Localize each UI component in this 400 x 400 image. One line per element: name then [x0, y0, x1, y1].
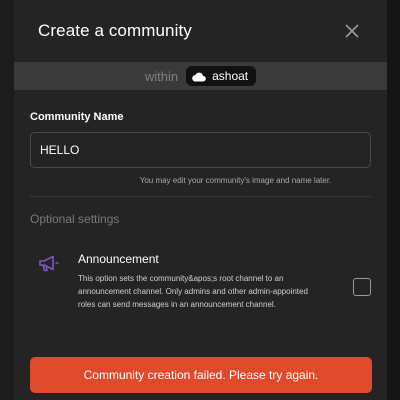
megaphone-icon [39, 255, 59, 272]
optional-settings-title: Optional settings [30, 212, 120, 226]
parent-community-pill: ashoat [186, 66, 257, 86]
background-right [386, 0, 400, 400]
announcement-checkbox[interactable] [353, 278, 371, 296]
within-label: within [144, 68, 179, 84]
create-community-modal: Create a community within ashoat Communi… [14, 0, 387, 400]
parent-community-name: ashoat [212, 69, 249, 83]
close-icon [345, 24, 359, 38]
background-sidebar [0, 0, 14, 400]
announcement-title: Announcement [78, 252, 159, 266]
modal-header: Create a community [14, 0, 387, 62]
community-name-label: Community Name [30, 111, 124, 123]
edit-hint: You may edit your community's image and … [139, 176, 332, 185]
announcement-option: Announcement This option sets the commun… [14, 252, 387, 311]
community-name-input[interactable] [30, 132, 371, 168]
divider [30, 196, 371, 197]
close-button[interactable] [343, 22, 361, 40]
error-button[interactable]: Community creation failed. Please try ag… [30, 357, 372, 393]
announcement-text: Announcement This option sets the commun… [78, 252, 347, 311]
within-bar: within ashoat [14, 62, 387, 90]
cloud-icon [192, 72, 206, 82]
community-name-section: Community Name You may edit your communi… [14, 111, 387, 185]
modal-title: Create a community [38, 21, 192, 40]
announcement-description: This option sets the community&apos;s ro… [78, 274, 308, 309]
